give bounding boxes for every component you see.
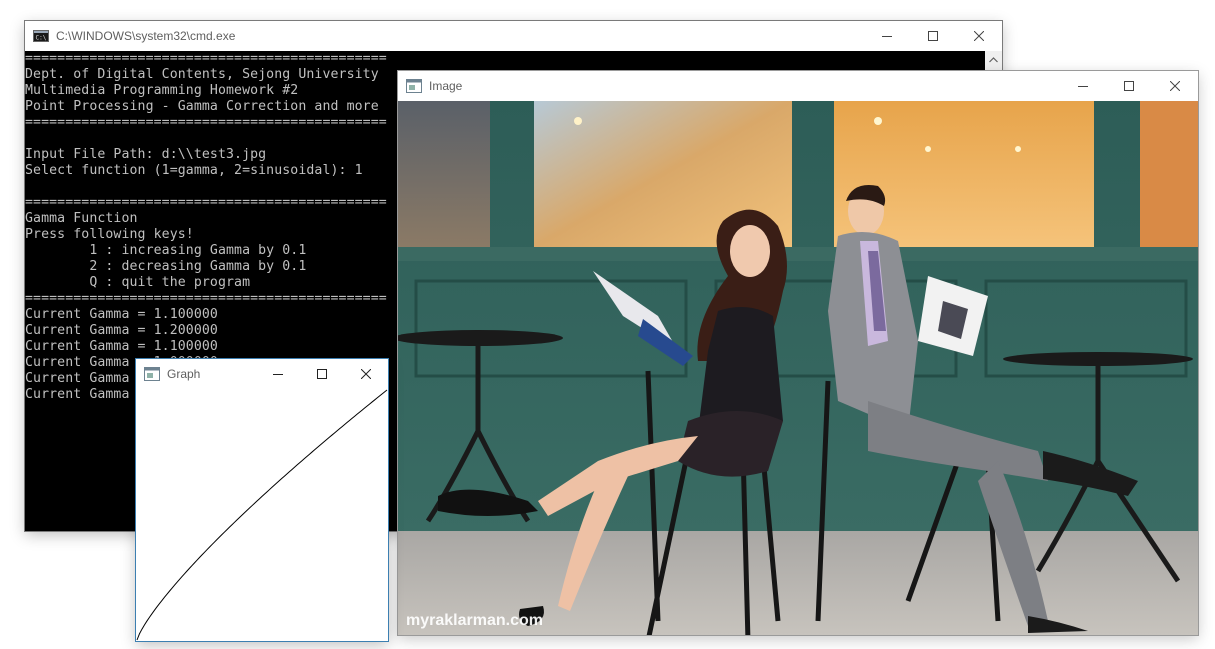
maximize-button[interactable] [300,359,344,389]
image-window-title: Image [429,79,463,93]
graph-canvas[interactable] [136,389,388,641]
console-titlebar[interactable]: C:\ C:\WINDOWS\system32\cmd.exe [25,21,1002,51]
close-icon [974,31,984,41]
maximize-icon [1124,81,1134,91]
maximize-button[interactable] [1106,71,1152,101]
minimize-icon [1078,86,1088,87]
console-line: Q : quit the program [89,275,251,290]
close-icon [361,369,371,379]
console-line: 2 : decreasing Gamma by 0.1 [89,259,307,274]
console-line: Press following keys! [25,227,194,242]
console-line: ========================================… [25,51,387,66]
graph-window-icon [144,367,160,381]
graph-window[interactable]: Graph [136,359,388,641]
console-line: Point Processing - Gamma Correction and … [25,99,379,114]
console-line: ========================================… [25,291,387,306]
minimize-icon [273,374,283,375]
chevron-up-icon [989,56,998,62]
console-line: Dept. of Digital Contents, Sejong Univer… [25,67,379,82]
close-button[interactable] [1152,71,1198,101]
console-line: Current Gamma = 1.200000 [25,323,218,338]
graph-window-title: Graph [167,367,201,381]
scroll-up-button[interactable] [985,51,1002,68]
photo: myraklarman.com [398,101,1198,635]
minimize-button[interactable] [256,359,300,389]
image-canvas[interactable]: myraklarman.com [398,101,1198,635]
console-line: Gamma Function [25,211,138,226]
maximize-icon [317,369,327,379]
image-window[interactable]: Image myraklarman.com [398,71,1198,635]
console-line: Current Gamma = 1.100000 [25,339,218,354]
close-button[interactable] [956,21,1002,51]
image-window-icon [406,79,422,93]
svg-text:C:\: C:\ [36,35,47,42]
close-button[interactable] [344,359,388,389]
minimize-icon [882,36,892,37]
console-title: C:\WINDOWS\system32\cmd.exe [56,29,236,43]
console-line: ========================================… [25,195,387,210]
console-line: Multimedia Programming Homework #2 [25,83,299,98]
cmd-icon: C:\ [33,30,49,42]
minimize-button[interactable] [864,21,910,51]
image-titlebar[interactable]: Image [398,71,1198,101]
close-icon [1170,81,1180,91]
console-line: 1 : increasing Gamma by 0.1 [89,243,307,258]
graph-titlebar[interactable]: Graph [136,359,388,389]
gamma-curve [136,389,388,641]
minimize-button[interactable] [1060,71,1106,101]
console-line: Current Gamma = 1.100000 [25,307,218,322]
console-line: ========================================… [25,115,387,130]
maximize-icon [928,31,938,41]
console-line: Select function (1=gamma, 2=sinusoidal):… [25,163,363,178]
gamma-curve-plot [136,389,388,641]
maximize-button[interactable] [910,21,956,51]
console-line: Input File Path: d:\\test3.jpg [25,147,267,162]
watermark: myraklarman.com [406,612,543,629]
